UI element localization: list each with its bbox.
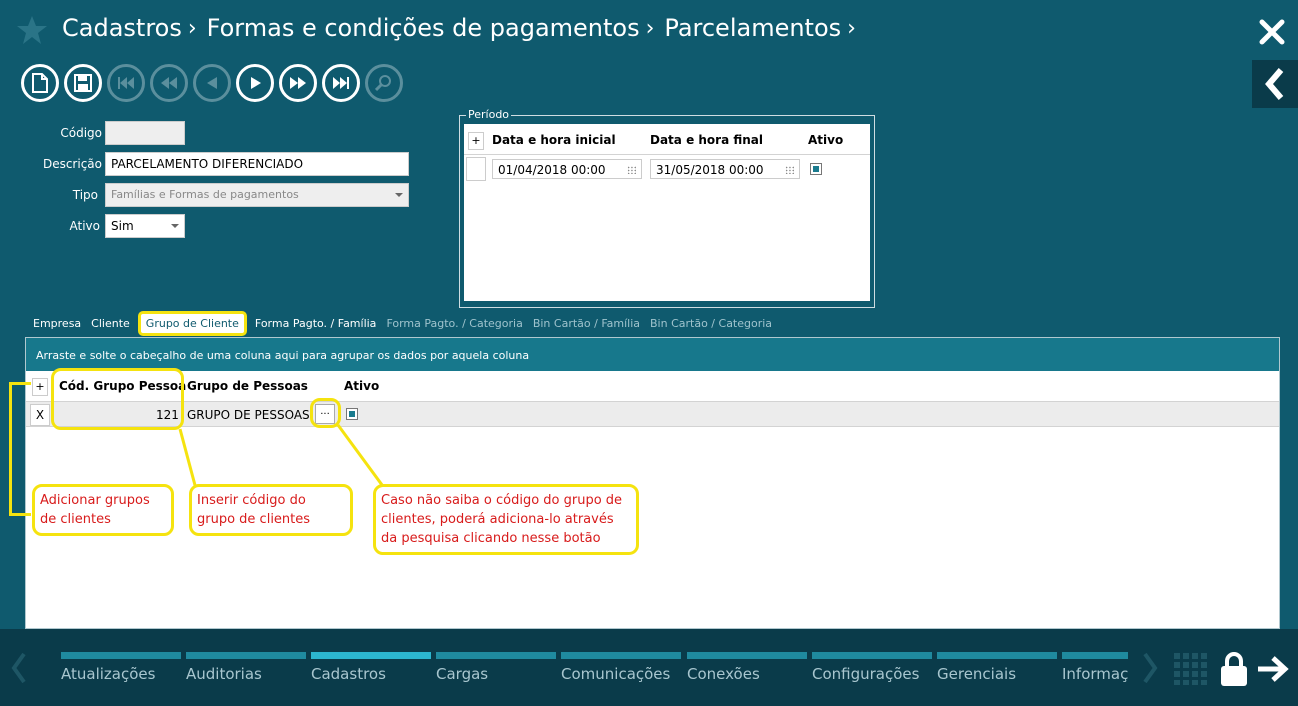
rewind-icon	[161, 77, 177, 89]
callout-adicionar: Adicionar grupos de clientes	[32, 484, 174, 536]
nav-item-gerenciais[interactable]: Gerenciais	[937, 652, 1057, 683]
close-icon[interactable]	[1258, 18, 1286, 46]
ativo-value: Sim	[111, 219, 134, 233]
nav-item-cargas[interactable]: Cargas	[436, 652, 556, 683]
breadcrumb-item-cadastros[interactable]: Cadastros ›	[62, 14, 207, 42]
tab-cliente[interactable]: Cliente	[91, 317, 130, 330]
nav-item-informacoes[interactable]: Informaç	[1062, 652, 1128, 683]
group-by-bar[interactable]: Arraste e solte o cabeçalho de uma colun…	[26, 338, 1279, 371]
periodo-col-ativo[interactable]: Ativo	[808, 133, 843, 147]
descricao-field[interactable]: PARCELAMENTO DIFERENCIADO	[105, 152, 409, 176]
periodo-grid: + Data e hora inicial Data e hora final …	[464, 124, 870, 301]
play-icon	[251, 77, 261, 89]
chevron-down-icon	[395, 193, 403, 197]
breadcrumb-item-formas[interactable]: Formas e condições de pagamentos ›	[207, 14, 665, 42]
periodo-legend: Período	[466, 108, 512, 121]
ativo-select[interactable]: Sim	[105, 214, 185, 238]
chevron-right-icon: ›	[847, 15, 856, 41]
nav-scroll-right-icon[interactable]	[1141, 651, 1159, 685]
periodo-row-selector[interactable]	[466, 157, 486, 181]
logout-arrow-icon[interactable]	[1256, 655, 1290, 683]
table-row[interactable]: X 121 GRUPO DE PESSOAS ...	[26, 401, 1279, 427]
detail-tabs: Empresa Cliente Grupo de Cliente Forma P…	[28, 309, 777, 337]
tipo-value: Famílias e Formas de pagamentos	[111, 188, 299, 201]
last-record-button[interactable]	[322, 64, 360, 102]
highlight-codigo-column	[51, 368, 184, 430]
periodo-add-button[interactable]: +	[468, 132, 484, 150]
periodo-data-final-field[interactable]: 31/05/2018 00:00	[650, 159, 800, 179]
grid-col-ativo[interactable]: Ativo	[344, 379, 379, 393]
play-back-icon	[207, 77, 217, 89]
highlight-search-button	[310, 398, 341, 428]
grupo-cliente-grid: Arraste e solte o cabeçalho de uma colun…	[25, 337, 1280, 629]
skip-forward-icon	[333, 77, 349, 89]
bottom-navigation: Atualizações Auditorias Cadastros Cargas…	[0, 629, 1298, 706]
star-icon[interactable]	[16, 14, 48, 46]
grid-col-grupo[interactable]: Grupo de Pessoas	[187, 379, 308, 393]
tab-forma-pagto-categoria[interactable]: Forma Pagto. / Categoria	[386, 317, 522, 330]
tab-bin-cartao-categoria[interactable]: Bin Cartão / Categoria	[650, 317, 772, 330]
breadcrumb: Cadastros › Formas e condições de pagamen…	[62, 14, 866, 42]
callout-caso: Caso não saiba o código do grupo de clie…	[373, 484, 639, 555]
nav-item-configuracoes[interactable]: Configurações	[812, 652, 932, 683]
codigo-label: Código	[60, 126, 102, 140]
first-record-button[interactable]	[107, 64, 145, 102]
next-record-button[interactable]	[236, 64, 274, 102]
tipo-label: Tipo	[72, 188, 98, 202]
periodo-grid-header: + Data e hora inicial Data e hora final …	[464, 124, 870, 155]
grid-menu-icon[interactable]	[1174, 653, 1208, 685]
remove-row-button[interactable]: X	[30, 404, 50, 426]
nav-item-auditorias[interactable]: Auditorias	[186, 652, 306, 683]
nav-item-cadastros[interactable]: Cadastros	[311, 652, 431, 683]
periodo-data-inicial-field[interactable]: 01/04/2018 00:00	[492, 159, 642, 179]
periodo-data-inicial-value: 01/04/2018 00:00	[498, 163, 606, 177]
highlight-add-bracket	[9, 382, 31, 516]
tipo-select[interactable]: Famílias e Formas de pagamentos	[105, 183, 409, 207]
nav-item-comunicacoes[interactable]: Comunicações	[561, 652, 681, 683]
skip-back-icon	[118, 77, 134, 89]
grid-add-button[interactable]: +	[32, 378, 48, 396]
collapse-panel-button[interactable]	[1252, 60, 1298, 108]
previous-record-button[interactable]	[193, 64, 231, 102]
nav-scroll-left-icon[interactable]	[10, 651, 28, 685]
periodo-ativo-checkbox[interactable]	[810, 163, 822, 175]
toolbar	[21, 64, 403, 102]
lock-icon[interactable]	[1220, 651, 1248, 687]
search-button[interactable]	[365, 64, 403, 102]
tab-grupo-de-cliente[interactable]: Grupo de Cliente	[137, 310, 247, 336]
periodo-col-inicial[interactable]: Data e hora inicial	[492, 133, 616, 147]
nav-item-conexoes[interactable]: Conexões	[687, 652, 807, 683]
title-bar: Cadastros › Formas e condições de pagamen…	[0, 0, 1298, 60]
codigo-field[interactable]	[105, 121, 185, 145]
search-icon	[375, 75, 391, 92]
breadcrumb-item-parcelamentos[interactable]: Parcelamentos ›	[664, 14, 866, 42]
ativo-label: Ativo	[69, 219, 100, 233]
save-icon	[74, 74, 92, 92]
row-grupo-value: GRUPO DE PESSOAS	[187, 408, 310, 422]
tab-empresa[interactable]: Empresa	[33, 317, 81, 330]
chevron-right-icon: ›	[187, 15, 197, 41]
tab-bin-cartao-familia[interactable]: Bin Cartão / Família	[533, 317, 640, 330]
descricao-label: Descrição	[42, 157, 102, 171]
callout-inserir: Inserir código do grupo de clientes	[189, 484, 353, 536]
chevron-left-icon	[1265, 68, 1284, 100]
new-document-button[interactable]	[21, 64, 59, 102]
fast-forward-button[interactable]	[279, 64, 317, 102]
periodo-col-final[interactable]: Data e hora final	[650, 133, 763, 147]
calendar-icon[interactable]	[785, 166, 795, 174]
chevron-down-icon	[171, 224, 179, 228]
rewind-button[interactable]	[150, 64, 188, 102]
save-button[interactable]	[64, 64, 102, 102]
row-ativo-checkbox[interactable]	[346, 408, 358, 420]
chevron-right-icon: ›	[645, 15, 655, 41]
periodo-data-final-value: 31/05/2018 00:00	[656, 163, 764, 177]
new-document-icon	[32, 73, 48, 93]
fast-forward-icon	[290, 77, 306, 89]
nav-item-atualizacoes[interactable]: Atualizações	[61, 652, 181, 683]
tab-forma-pagto-familia[interactable]: Forma Pagto. / Família	[255, 317, 377, 330]
calendar-icon[interactable]	[627, 166, 637, 174]
